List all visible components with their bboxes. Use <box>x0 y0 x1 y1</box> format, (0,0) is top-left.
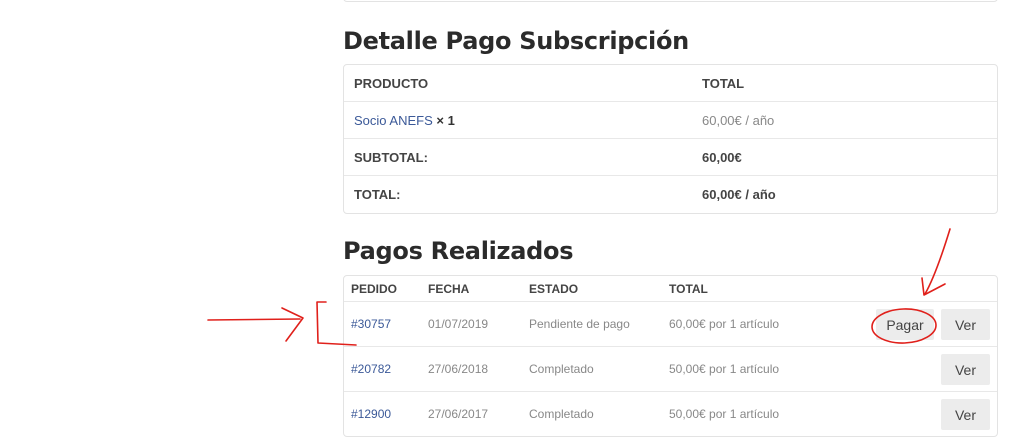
table-row: #30757 01/07/2019 Pendiente de pago 60,0… <box>344 302 997 347</box>
product-total: 60,00€ / año <box>702 113 775 128</box>
pagos-realizados-heading: Pagos Realizados <box>343 237 574 265</box>
table-header-row: PRODUCTO TOTAL <box>344 65 997 102</box>
total-column-header: TOTAL <box>702 76 745 91</box>
total-label: TOTAL: <box>354 187 401 202</box>
order-total: 60,00€ por 1 artículo <box>669 317 780 331</box>
order-date: 27/06/2018 <box>428 362 489 376</box>
orders-header-row: PEDIDO FECHA ESTADO TOTAL <box>344 276 997 302</box>
left-arrow-shaft <box>207 318 301 321</box>
total-column-header: TOTAL <box>669 282 708 296</box>
order-total: 50,00€ por 1 artículo <box>669 362 780 376</box>
order-status: Completado <box>529 362 594 376</box>
table-row: #12900 27/06/2017 Completado 50,00€ por … <box>344 392 997 437</box>
order-date: 27/06/2017 <box>428 407 489 421</box>
order-date: 01/07/2019 <box>428 317 489 331</box>
order-number-link[interactable]: #30757 <box>351 302 391 347</box>
view-button[interactable]: Ver <box>941 354 990 385</box>
total-value: 60,00€ / año <box>702 187 776 202</box>
product-quantity: × 1 <box>436 113 455 128</box>
pedido-column-header: PEDIDO <box>351 282 398 296</box>
pay-button[interactable]: Pagar <box>876 309 934 340</box>
table-row: #20782 27/06/2018 Completado 50,00€ por … <box>344 347 997 392</box>
subtotal-row: SUBTOTAL: 60,00€ <box>344 139 997 176</box>
product-cell: Socio ANEFS × 1 <box>354 102 455 139</box>
subscription-detail-table: PRODUCTO TOTAL Socio ANEFS × 1 60,00€ / … <box>343 64 998 214</box>
product-column-header: PRODUCTO <box>354 76 429 91</box>
fecha-column-header: FECHA <box>428 282 470 296</box>
total-row: TOTAL: 60,00€ / año <box>344 176 997 213</box>
left-arrow-head <box>281 307 304 342</box>
subtotal-label: SUBTOTAL: <box>354 150 428 165</box>
previous-section-card <box>343 0 998 2</box>
order-status: Pendiente de pago <box>529 317 630 331</box>
view-button[interactable]: Ver <box>941 309 990 340</box>
product-link[interactable]: Socio ANEFS <box>354 113 433 128</box>
orders-table: PEDIDO FECHA ESTADO TOTAL #30757 01/07/2… <box>343 275 998 437</box>
order-number-link[interactable]: #12900 <box>351 392 391 437</box>
order-status: Completado <box>529 407 594 421</box>
view-button[interactable]: Ver <box>941 399 990 430</box>
product-row: Socio ANEFS × 1 60,00€ / año <box>344 102 997 139</box>
detalle-pago-heading: Detalle Pago Subscripción <box>343 27 689 55</box>
order-total: 50,00€ por 1 artículo <box>669 407 780 421</box>
subtotal-value: 60,00€ <box>702 150 742 165</box>
order-number-link[interactable]: #20782 <box>351 347 391 392</box>
estado-column-header: ESTADO <box>529 282 579 296</box>
